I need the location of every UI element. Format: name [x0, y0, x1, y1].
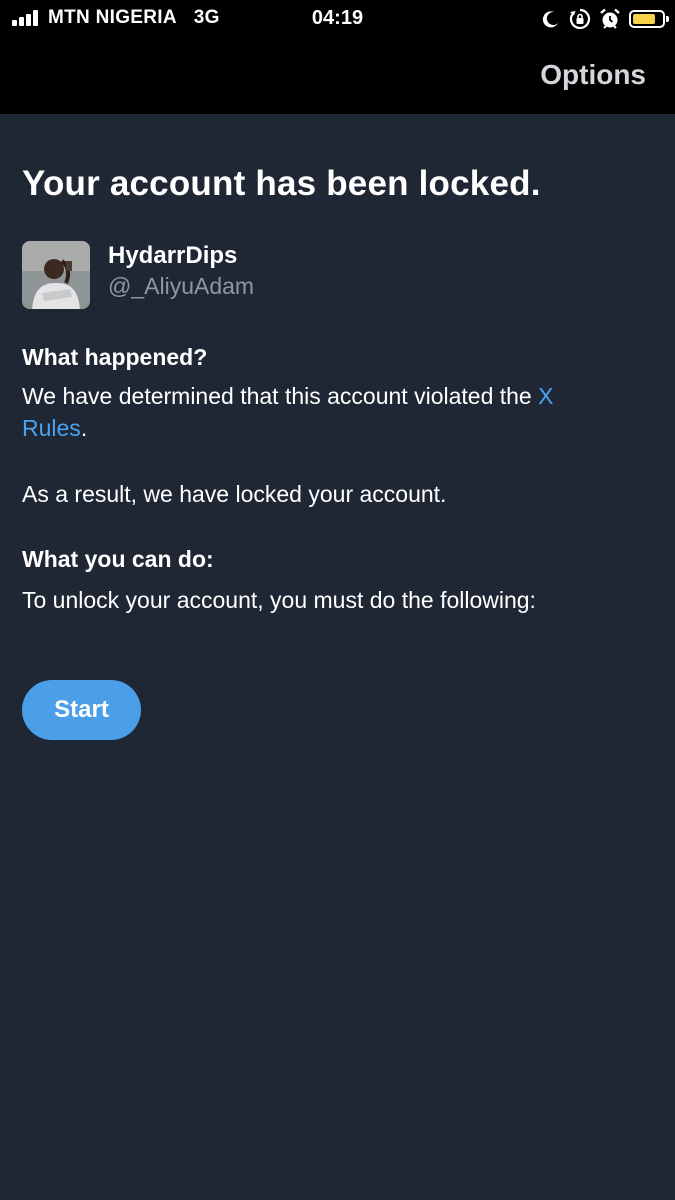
battery-fill	[633, 14, 655, 24]
unlock-instructions: To unlock your account, you must do the …	[22, 587, 536, 613]
navigation-bar: Options	[0, 40, 675, 114]
moon-icon	[542, 11, 558, 28]
avatar[interactable]	[22, 241, 90, 309]
avatar-image	[22, 241, 90, 309]
alarm-icon	[600, 8, 620, 29]
options-button[interactable]: Options	[540, 59, 646, 91]
account-display-name: HydarrDips	[108, 242, 238, 269]
page-title: Your account has been locked.	[22, 164, 541, 203]
battery-nub	[666, 16, 669, 22]
battery-icon	[629, 10, 669, 28]
what-you-can-do-heading: What you can do:	[22, 546, 214, 572]
violation-text-before: We have determined that this account vio…	[22, 383, 539, 409]
orientation-lock-icon	[569, 8, 591, 30]
locked-account-screen: MTN NIGERIA 3G 04:19 Options Your accoun…	[0, 0, 675, 1200]
status-bar: MTN NIGERIA 3G 04:19	[0, 0, 675, 40]
result-text: As a result, we have locked your account…	[22, 481, 447, 507]
violation-text: We have determined that this account vio…	[22, 380, 622, 444]
start-button[interactable]: Start	[22, 680, 141, 740]
account-handle: @_AliyuAdam	[108, 273, 255, 299]
what-happened-heading: What happened?	[22, 344, 208, 370]
violation-text-after: .	[80, 415, 88, 441]
status-icons	[541, 6, 669, 32]
